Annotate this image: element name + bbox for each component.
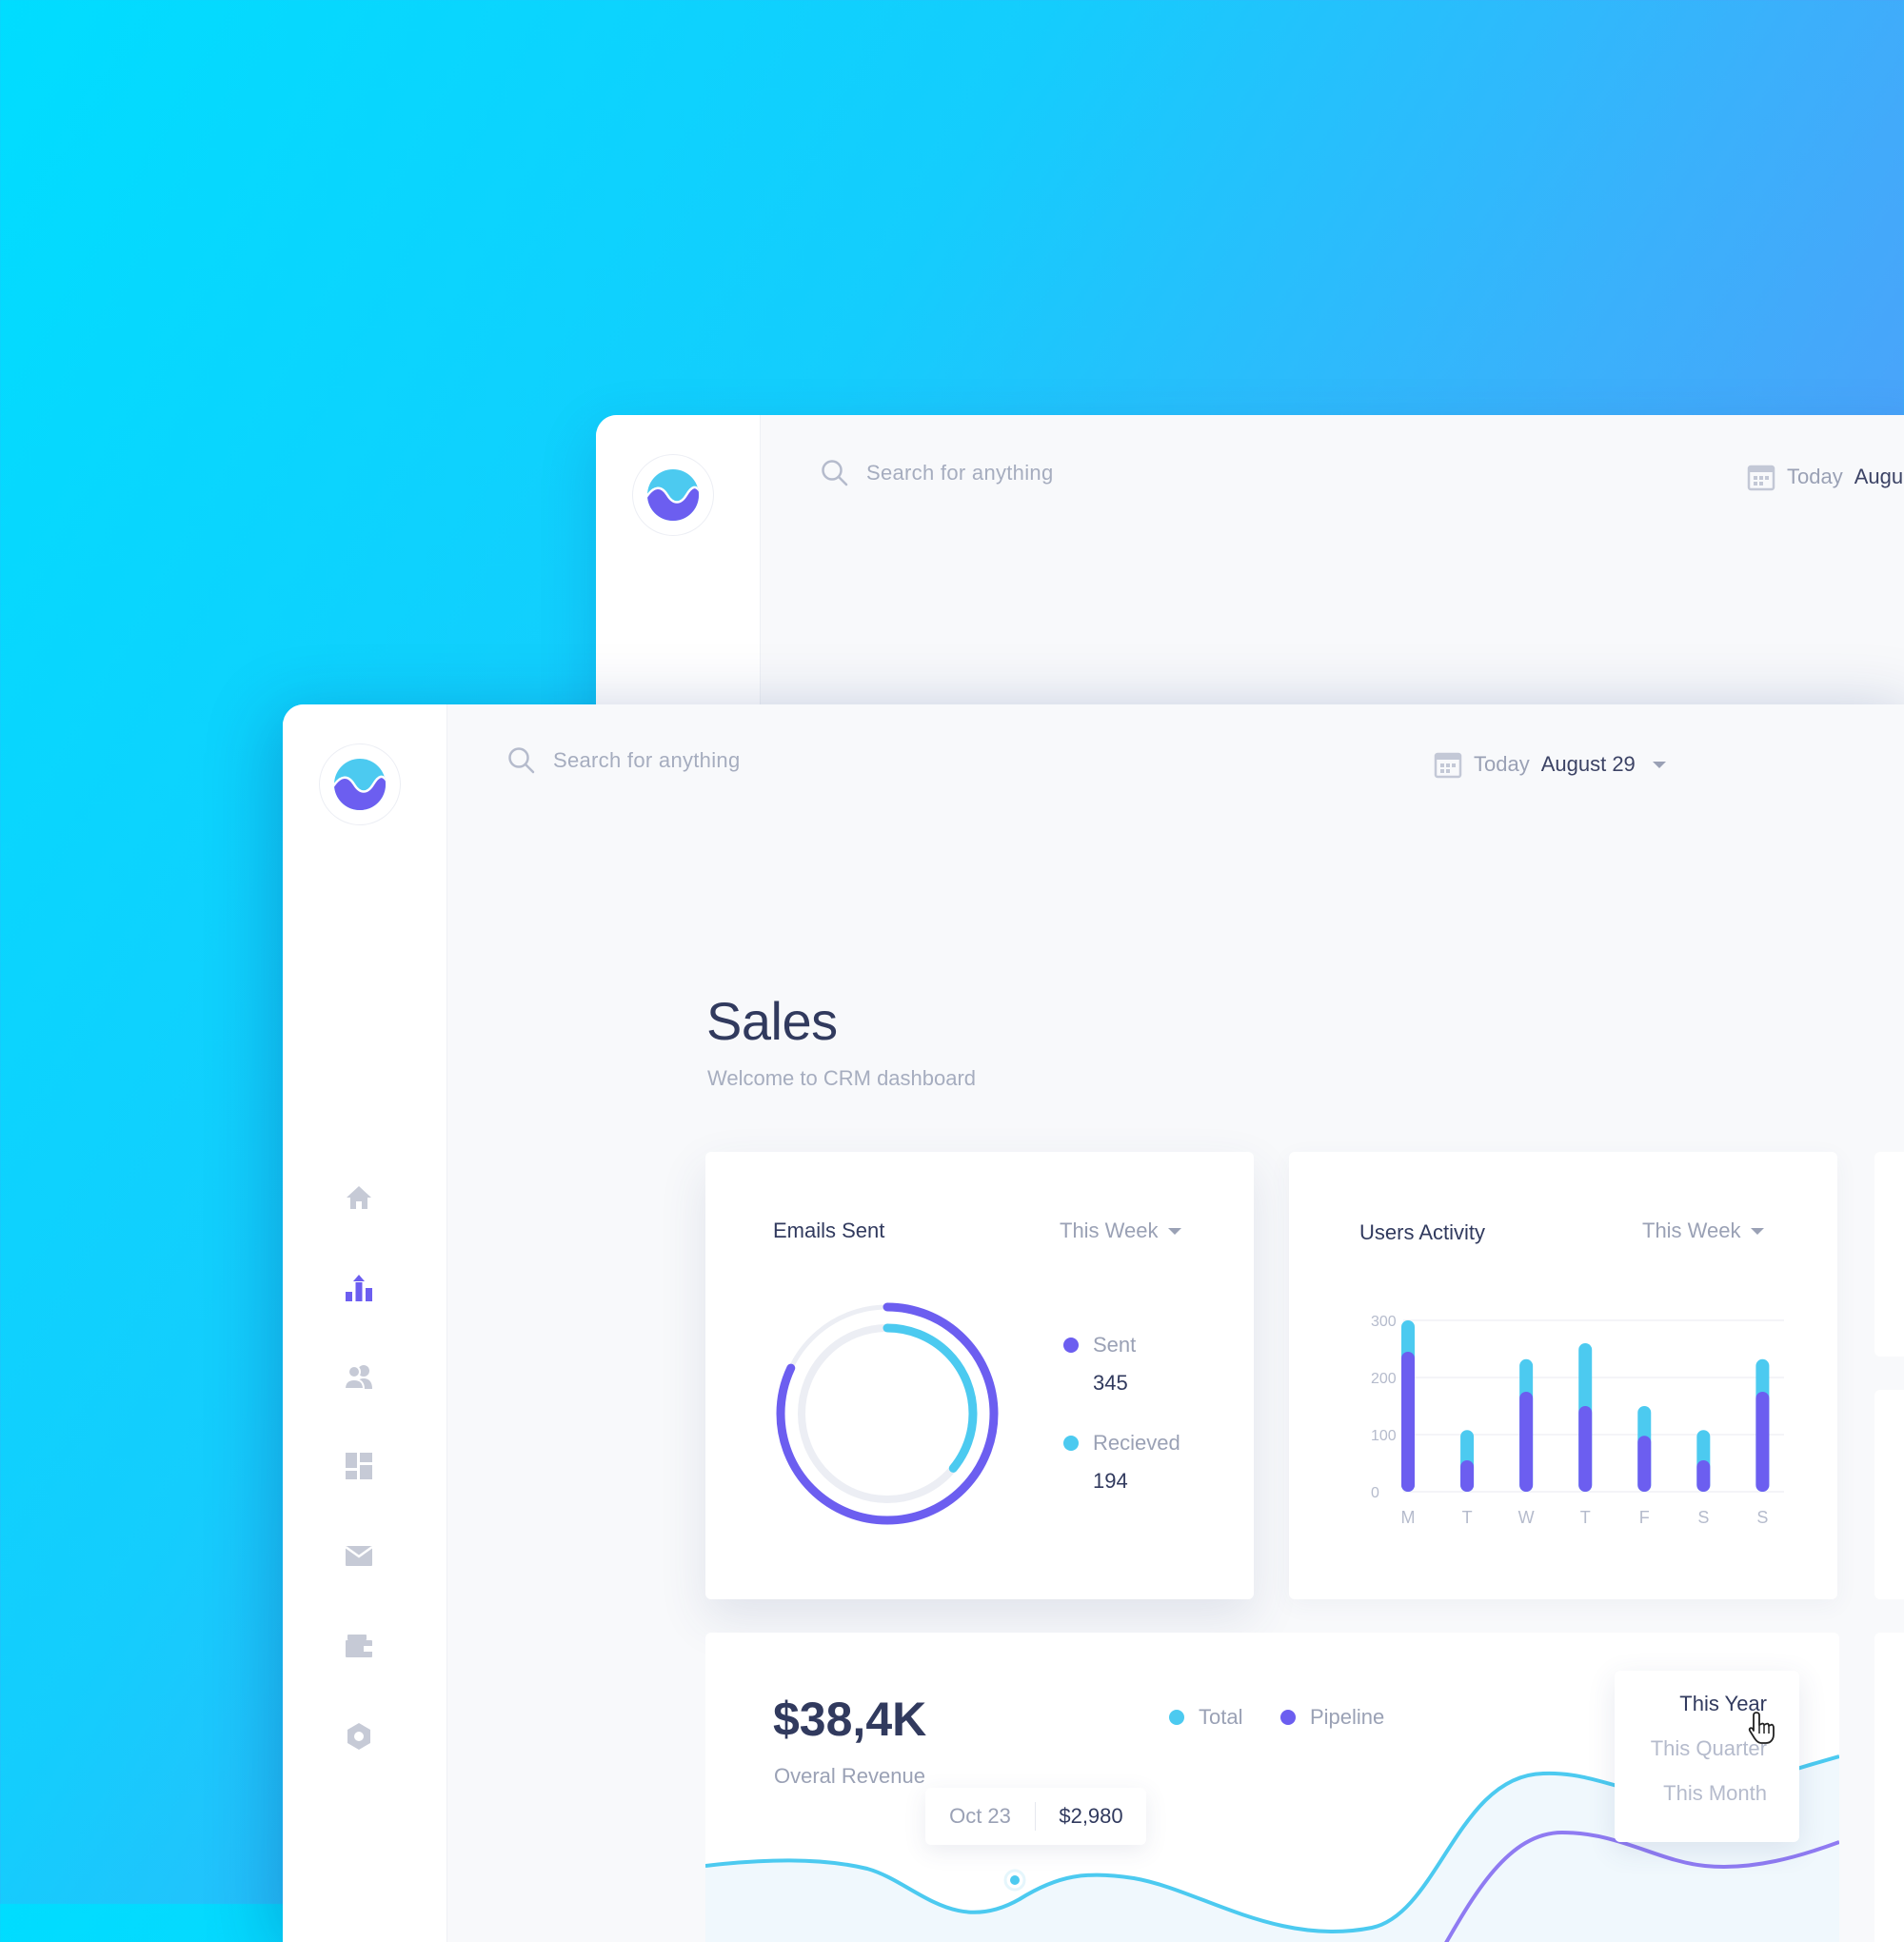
x-tick-label: M (1401, 1508, 1416, 1527)
search-input[interactable]: Search for anything (866, 461, 1053, 486)
received-dot-icon (1063, 1436, 1079, 1451)
calendar-icon (1434, 752, 1462, 779)
page-title: Sales (706, 991, 838, 1051)
date-selector[interactable]: Today Augu (1747, 463, 1903, 491)
bar-primary[interactable] (1519, 1392, 1534, 1492)
emails-donut-chart (776, 1302, 999, 1525)
partial-card (1874, 1390, 1904, 1599)
bar-primary[interactable] (1578, 1406, 1593, 1492)
app-logo[interactable] (633, 455, 713, 535)
emails-sent-card: Emails Sent This Week Sent 345 Recieved … (705, 1152, 1254, 1599)
search-bar[interactable]: Search for anything (507, 746, 740, 775)
dropdown-item-month[interactable]: This Month (1663, 1781, 1767, 1806)
legend-label: Sent (1093, 1333, 1137, 1357)
x-tick-label: W (1518, 1508, 1535, 1527)
search-input[interactable]: Search for anything (553, 748, 740, 773)
tooltip-date: Oct 23 (949, 1804, 1011, 1828)
y-tick-label: 0 (1371, 1485, 1379, 1501)
bar-primary[interactable] (1637, 1436, 1652, 1492)
x-tick-label: T (1462, 1508, 1473, 1527)
users-activity-card: Users Activity This Week 0 100 200 300 M T W T F… (1289, 1152, 1837, 1599)
period-filter[interactable]: This Week (1060, 1219, 1181, 1243)
chart-tooltip: Oct 23 $2,980 (925, 1788, 1146, 1845)
search-bar[interactable]: Search for anything (821, 459, 1053, 487)
logo-icon (334, 759, 386, 810)
y-tick-label: 300 (1371, 1314, 1397, 1330)
period-dropdown: This Year This Quarter This Month (1615, 1671, 1799, 1842)
sidebar-item-users[interactable] (342, 1359, 376, 1394)
sidebar (283, 704, 447, 1942)
app-logo[interactable] (320, 744, 400, 824)
legend-sent: Sent (1063, 1333, 1136, 1357)
date-label: Today (1474, 752, 1530, 776)
chevron-down-icon (1167, 1227, 1181, 1235)
sent-dot-icon (1063, 1338, 1079, 1353)
sidebar-item-mail[interactable] (342, 1538, 376, 1573)
sidebar-item-dashboard[interactable] (342, 1449, 376, 1483)
hand-cursor-icon (1748, 1712, 1775, 1744)
date-value: Augu (1854, 465, 1904, 488)
users-icon (344, 1365, 372, 1390)
users-activity-bar-chart: 0 100 200 300 M T W T F S S (1371, 1314, 1784, 1527)
search-icon (822, 460, 848, 486)
search-icon (508, 747, 535, 774)
page-subtitle: Welcome to CRM dashboard (707, 1066, 977, 1090)
sidebar-item-wallet[interactable] (342, 1629, 376, 1663)
legend-value: 194 (1093, 1469, 1128, 1493)
x-tick-label: F (1639, 1508, 1650, 1527)
legend-label: Recieved (1093, 1431, 1180, 1455)
mail-icon (345, 1545, 373, 1566)
wallet-icon (346, 1635, 372, 1657)
card-title: Users Activity (1359, 1220, 1486, 1244)
chevron-down-icon[interactable] (1652, 761, 1666, 768)
card-title: Emails Sent (773, 1219, 885, 1242)
sidebar-item-settings[interactable] (342, 1719, 376, 1754)
bar-primary[interactable] (1755, 1392, 1770, 1492)
y-tick-label: 200 (1371, 1371, 1397, 1387)
chart-icon (346, 1275, 372, 1301)
calendar-icon (1747, 465, 1775, 491)
legend-received: Recieved (1063, 1431, 1180, 1456)
date-label: Today (1787, 465, 1843, 488)
period-filter-label: This Week (1642, 1219, 1741, 1242)
period-filter[interactable]: This Week (1642, 1219, 1764, 1243)
home-icon (347, 1186, 371, 1209)
sidebar-item-sales[interactable] (342, 1271, 376, 1305)
bar-primary[interactable] (1401, 1352, 1415, 1492)
partial-card (1874, 1633, 1904, 1942)
date-selector[interactable]: Today August 29 (1434, 750, 1666, 779)
x-tick-label: S (1697, 1508, 1709, 1527)
logo-icon (647, 469, 699, 521)
legend-value: 345 (1093, 1371, 1128, 1395)
settings-icon (347, 1723, 370, 1750)
bar-primary[interactable] (1460, 1460, 1475, 1492)
x-tick-label: T (1580, 1508, 1591, 1527)
period-filter-label: This Week (1060, 1219, 1159, 1242)
tooltip-point-dot (1010, 1875, 1020, 1885)
tooltip-value: $2,980 (1059, 1804, 1123, 1828)
x-tick-label: S (1756, 1508, 1768, 1527)
dashboard-icon (346, 1453, 372, 1479)
y-tick-label: 100 (1371, 1428, 1397, 1444)
date-value: August 29 (1540, 752, 1636, 776)
revenue-card: $38,4K Overal Revenue Total Pipeline Oct… (705, 1633, 1839, 1942)
chevron-down-icon (1750, 1227, 1764, 1235)
sidebar-item-home[interactable] (342, 1180, 376, 1215)
main-window: Search for anything Today August 29 Sale… (283, 704, 1904, 1942)
bar-primary[interactable] (1696, 1460, 1711, 1492)
partial-card (1874, 1152, 1904, 1357)
